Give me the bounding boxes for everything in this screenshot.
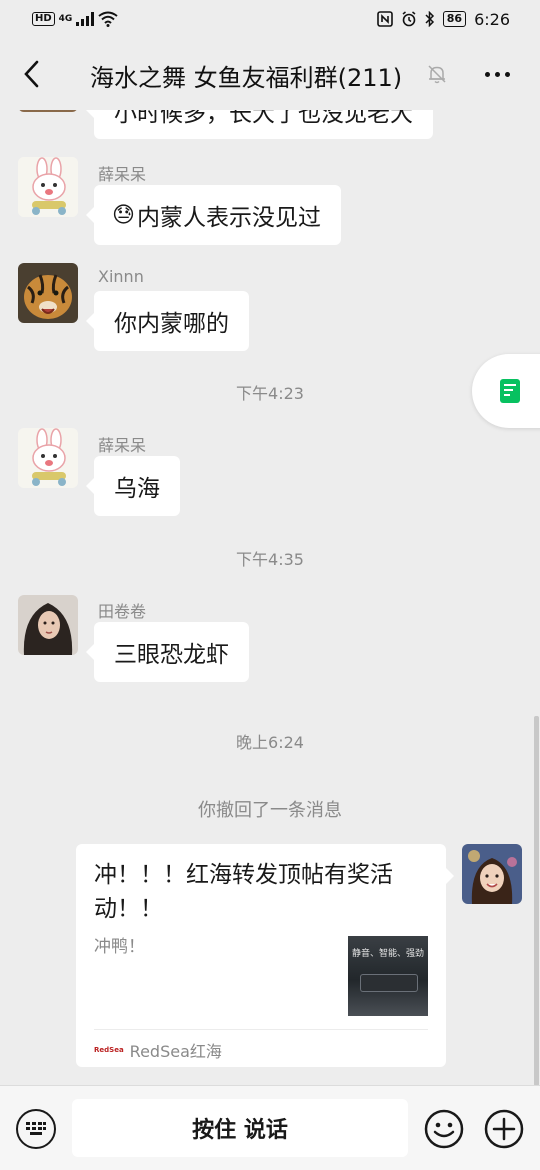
message-text: 乌海 — [114, 476, 160, 502]
floating-note-button[interactable] — [472, 354, 540, 428]
message-text: 三眼恐龙虾 — [114, 642, 229, 668]
avatar[interactable] — [18, 263, 78, 323]
rabbit-avatar-icon — [18, 157, 78, 217]
hd-indicator: HD — [32, 12, 55, 26]
card-source-name: RedSea红海 — [129, 1042, 222, 1061]
document-icon — [500, 379, 520, 403]
avatar[interactable] — [18, 428, 78, 488]
sender-name: Xinnn — [98, 267, 144, 286]
scrollbar[interactable] — [534, 716, 539, 1085]
card-description: 冲鸭！ — [94, 937, 145, 957]
plus-icon[interactable] — [484, 1109, 524, 1149]
card-divider — [94, 1029, 428, 1030]
avatar[interactable] — [18, 110, 78, 112]
more-dot-icon — [494, 71, 500, 77]
emoji-icon[interactable] — [424, 1109, 464, 1149]
keyboard-toggle-button[interactable] — [16, 1109, 56, 1149]
sender-name: 薛呆呆 — [98, 436, 147, 455]
my-avatar[interactable] — [462, 844, 522, 904]
shared-link-card[interactable]: 冲！！！红海转发顶帖有奖活动！！ 冲鸭！ 静音、智能、强劲 RedSea Red… — [76, 844, 454, 1067]
sender-name: 薛呆呆 — [98, 165, 147, 184]
message-list[interactable]: 小时候多，长大了也没见老大 薛呆呆 😓 内蒙人表示没见过 Xinnn 你内蒙哪的… — [0, 110, 540, 1085]
chat-header: 海水之舞 女鱼友福利群(211) — [0, 38, 540, 110]
message-text: 内蒙人表示没见过 — [136, 205, 321, 231]
thumbnail-caption: 静音、智能、强劲 — [352, 949, 425, 959]
chevron-left-icon — [24, 60, 39, 88]
nfc-icon — [376, 11, 393, 27]
more-dot-icon — [504, 71, 510, 77]
keyboard-icon — [26, 1122, 46, 1135]
more-options-button[interactable] — [480, 60, 514, 88]
message-text: 你内蒙哪的 — [114, 311, 229, 337]
card-thumbnail: 静音、智能、强劲 — [348, 936, 428, 1016]
mute-bell-icon — [428, 65, 446, 84]
sender-name: 田卷卷 — [98, 602, 147, 621]
back-button[interactable] — [16, 56, 46, 92]
device-image — [360, 974, 418, 992]
bluetooth-icon — [425, 11, 434, 27]
more-dot-icon — [484, 71, 490, 77]
recall-notice: 你撤回了一条消息 — [198, 800, 342, 821]
timestamp: 下午4:35 — [236, 550, 304, 569]
message-bubble[interactable]: 三眼恐龙虾 — [86, 622, 249, 682]
status-bar: HD 4G 86 6:26 — [0, 0, 540, 38]
battery-level: 86 — [442, 11, 467, 27]
signal-icon — [76, 12, 95, 26]
status-left: HD 4G — [32, 11, 118, 27]
message-bubble[interactable]: 乌海 — [86, 456, 180, 516]
wifi-icon — [98, 11, 118, 27]
chat-title: 海水之舞 女鱼友福利群(211) — [90, 64, 403, 92]
timestamp: 下午4:23 — [236, 384, 304, 403]
card-source: RedSea RedSea红海 — [94, 1038, 222, 1062]
avatar[interactable] — [18, 157, 78, 217]
input-bar: 按住 说话 — [0, 1085, 540, 1170]
hold-to-talk-button[interactable]: 按住 说话 — [72, 1099, 408, 1157]
clock: 6:26 — [474, 9, 510, 29]
person-avatar-icon — [18, 595, 78, 655]
sweat-emoji-icon: 😓 — [112, 202, 135, 228]
timestamp: 晚上6:24 — [236, 733, 304, 752]
message-bubble[interactable]: 小时候多，长大了也没见老大 — [86, 110, 433, 139]
network-type: 4G — [58, 14, 73, 24]
redsea-logo-icon: RedSea — [94, 1046, 124, 1054]
message-bubble[interactable]: 你内蒙哪的 — [86, 291, 249, 351]
child-avatar-icon — [462, 844, 522, 904]
alarm-icon — [402, 11, 416, 27]
avatar[interactable] — [18, 595, 78, 655]
tiger-avatar-icon — [18, 263, 78, 323]
rabbit-avatar-icon — [18, 428, 78, 488]
message-bubble[interactable]: 😓 内蒙人表示没见过 — [86, 185, 341, 245]
message-text: 小时候多，长大了也没见老大 — [114, 110, 413, 127]
card-title: 冲！！！红海转发顶帖有奖活动！！ — [94, 862, 393, 922]
status-right: 86 6:26 — [376, 9, 510, 29]
